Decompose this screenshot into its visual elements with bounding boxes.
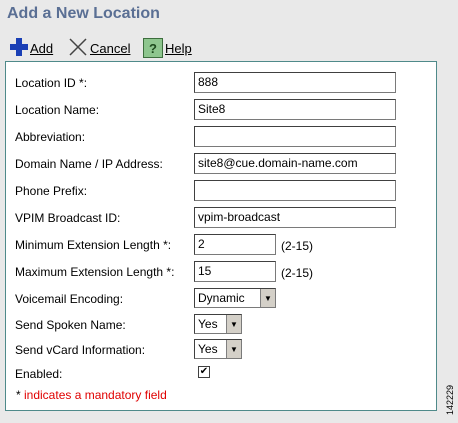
max-extension-input[interactable]: 15 (194, 261, 276, 282)
enabled-label: Enabled: (15, 367, 63, 381)
plus-icon (10, 37, 28, 59)
phone-prefix-label: Phone Prefix: (15, 184, 88, 198)
row-enabled: Enabled: ✔ (6, 363, 436, 385)
vcard-value: Yes (198, 342, 218, 356)
vcard-label: Send vCard Information: (15, 343, 146, 357)
mandatory-note: * indicates a mandatory field (16, 388, 167, 402)
voicemail-encoding-select[interactable]: Dynamic ▼ (194, 288, 276, 308)
help-button[interactable]: ? Help (143, 38, 205, 58)
domain-input[interactable]: site8@cue.domain-name.com (194, 153, 396, 174)
min-extension-input[interactable]: 2 (194, 234, 276, 255)
location-name-label: Location Name: (15, 103, 100, 117)
row-min-extension: Minimum Extension Length *: 2 (2-15) (6, 234, 436, 256)
spoken-name-label: Send Spoken Name: (15, 318, 126, 332)
max-extension-label: Maximum Extension Length *: (15, 265, 175, 279)
domain-label: Domain Name / IP Address: (15, 157, 163, 171)
close-icon (68, 37, 88, 60)
row-abbreviation: Abbreviation: (6, 126, 436, 148)
vpim-broadcast-label: VPIM Broadcast ID: (15, 211, 121, 225)
help-label: Help (165, 40, 192, 56)
location-form: Location ID *: 888 Location Name: Site8 … (5, 61, 437, 411)
max-extension-range: (2-15) (281, 266, 314, 280)
add-button[interactable]: Add (10, 37, 60, 59)
min-extension-label: Minimum Extension Length *: (15, 238, 172, 252)
vcard-select[interactable]: Yes ▼ (194, 339, 242, 359)
figure-number: 142229 (445, 384, 455, 415)
phone-prefix-input[interactable] (194, 180, 396, 201)
voicemail-encoding-value: Dynamic (198, 291, 245, 305)
row-location-id: Location ID *: 888 (6, 72, 436, 94)
row-vcard: Send vCard Information: Yes ▼ (6, 339, 436, 361)
location-id-input[interactable]: 888 (194, 72, 396, 93)
enabled-checkbox[interactable]: ✔ (198, 366, 210, 378)
row-max-extension: Maximum Extension Length *: 15 (2-15) (6, 261, 436, 283)
row-spoken-name: Send Spoken Name: Yes ▼ (6, 314, 436, 336)
row-location-name: Location Name: Site8 (6, 99, 436, 121)
voicemail-encoding-label: Voicemail Encoding: (15, 292, 124, 306)
spoken-name-select[interactable]: Yes ▼ (194, 314, 242, 334)
row-phone-prefix: Phone Prefix: (6, 180, 436, 202)
chevron-down-icon[interactable]: ▼ (226, 340, 241, 358)
abbreviation-label: Abbreviation: (15, 130, 86, 144)
row-voicemail-encoding: Voicemail Encoding: Dynamic ▼ (6, 288, 436, 310)
chevron-down-icon[interactable]: ▼ (226, 315, 241, 333)
cancel-label: Cancel (90, 40, 131, 56)
row-domain: Domain Name / IP Address: site8@cue.doma… (6, 153, 436, 175)
min-extension-range: (2-15) (281, 239, 314, 253)
add-label: Add (30, 40, 54, 56)
page-title: Add a New Location (7, 5, 160, 22)
location-id-label: Location ID *: (15, 76, 88, 90)
location-name-input[interactable]: Site8 (194, 99, 396, 120)
chevron-down-icon[interactable]: ▼ (260, 289, 275, 307)
row-vpim-broadcast: VPIM Broadcast ID: vpim-broadcast (6, 207, 436, 229)
vpim-broadcast-input[interactable]: vpim-broadcast (194, 207, 396, 228)
mandatory-note-text: indicates a mandatory field (20, 388, 167, 402)
cancel-button[interactable]: Cancel (68, 37, 142, 60)
help-icon: ? (143, 38, 163, 58)
spoken-name-value: Yes (198, 317, 218, 331)
abbreviation-input[interactable] (194, 126, 396, 147)
